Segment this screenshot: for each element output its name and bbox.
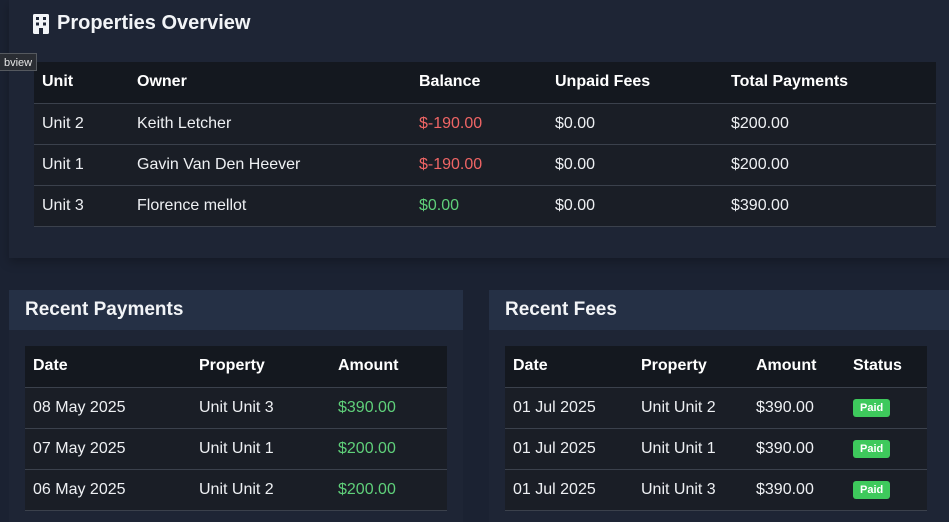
- fees-table: Date Property Amount Status 01 Jul 2025 …: [505, 346, 927, 511]
- balance-cell: $0.00: [411, 184, 547, 227]
- total-payments-cell: $200.00: [723, 102, 936, 144]
- date-cell: 01 Jul 2025: [505, 427, 633, 469]
- table-row[interactable]: 01 Jul 2025 Unit Unit 1 $390.00 Paid: [505, 427, 927, 469]
- table-row[interactable]: 01 Jul 2025 Unit Unit 3 $390.00 Paid: [505, 468, 927, 511]
- table-header-row: Date Property Amount Status: [505, 346, 927, 387]
- owner-cell: Keith Letcher: [129, 102, 411, 144]
- property-cell: Unit Unit 2: [633, 386, 748, 428]
- payments-table: Date Property Amount 08 May 2025 Unit Un…: [25, 346, 447, 511]
- status-badge: Paid: [853, 481, 891, 499]
- recent-payments-card: Recent Payments Date Property Amount 08 …: [9, 290, 463, 522]
- unpaid-fees-cell: $0.00: [547, 184, 723, 227]
- balance-cell: $-190.00: [411, 143, 547, 185]
- owner-cell: Florence mellot: [129, 184, 411, 227]
- date-cell: 01 Jul 2025: [505, 468, 633, 511]
- table-header-row: Date Property Amount: [25, 346, 447, 387]
- owner-cell: Gavin Van Den Heever: [129, 143, 411, 185]
- column-header[interactable]: Status: [845, 346, 927, 387]
- column-header[interactable]: Unit: [34, 62, 129, 103]
- status-cell: Paid: [845, 386, 927, 428]
- properties-table: Unit Owner Balance Unpaid Fees Total Pay…: [34, 62, 936, 227]
- overview-title-text: Properties Overview: [57, 12, 251, 34]
- recent-fees-card: Recent Fees Date Property Amount Status …: [489, 290, 949, 522]
- property-cell: Unit Unit 2: [191, 468, 330, 511]
- property-cell: Unit Unit 3: [191, 386, 330, 428]
- date-cell: 07 May 2025: [25, 427, 191, 469]
- table-row[interactable]: 07 May 2025 Unit Unit 1 $200.00: [25, 427, 447, 469]
- balance-cell: $-190.00: [411, 102, 547, 144]
- recent-fees-title: Recent Fees: [489, 290, 949, 330]
- total-payments-cell: $390.00: [723, 184, 936, 227]
- unit-cell: Unit 1: [34, 143, 129, 185]
- building-icon: [33, 13, 49, 34]
- column-header[interactable]: Date: [505, 346, 633, 387]
- page: Properties Overview Unit Owner Balance U…: [0, 0, 949, 522]
- tooltip: bview: [0, 53, 38, 71]
- column-header[interactable]: Owner: [129, 62, 411, 103]
- amount-cell: $200.00: [330, 427, 447, 469]
- unpaid-fees-cell: $0.00: [547, 102, 723, 144]
- total-payments-cell: $200.00: [723, 143, 936, 185]
- table-row[interactable]: 01 Jul 2025 Unit Unit 2 $390.00 Paid: [505, 386, 927, 428]
- recent-payments-title: Recent Payments: [9, 290, 463, 330]
- table-row[interactable]: 08 May 2025 Unit Unit 3 $390.00: [25, 386, 447, 428]
- property-cell: Unit Unit 3: [633, 468, 748, 511]
- amount-cell: $390.00: [748, 468, 845, 511]
- property-cell: Unit Unit 1: [191, 427, 330, 469]
- amount-cell: $390.00: [330, 386, 447, 428]
- status-badge: Paid: [853, 399, 891, 417]
- column-header[interactable]: Unpaid Fees: [547, 62, 723, 103]
- column-header[interactable]: Date: [25, 346, 191, 387]
- column-header[interactable]: Property: [191, 346, 330, 387]
- table-row[interactable]: Unit 2 Keith Letcher $-190.00 $0.00 $200…: [34, 102, 936, 144]
- amount-cell: $200.00: [330, 468, 447, 511]
- date-cell: 08 May 2025: [25, 386, 191, 428]
- status-cell: Paid: [845, 427, 927, 469]
- date-cell: 06 May 2025: [25, 468, 191, 511]
- unit-cell: Unit 3: [34, 184, 129, 227]
- unit-cell: Unit 2: [34, 102, 129, 144]
- status-badge: Paid: [853, 440, 891, 458]
- unpaid-fees-cell: $0.00: [547, 143, 723, 185]
- column-header[interactable]: Balance: [411, 62, 547, 103]
- property-cell: Unit Unit 1: [633, 427, 748, 469]
- table-row[interactable]: Unit 1 Gavin Van Den Heever $-190.00 $0.…: [34, 143, 936, 185]
- table-row[interactable]: Unit 3 Florence mellot $0.00 $0.00 $390.…: [34, 184, 936, 227]
- table-header-row: Unit Owner Balance Unpaid Fees Total Pay…: [34, 62, 936, 103]
- column-header[interactable]: Amount: [330, 346, 447, 387]
- column-header[interactable]: Total Payments: [723, 62, 936, 103]
- amount-cell: $390.00: [748, 427, 845, 469]
- properties-overview-card: Properties Overview Unit Owner Balance U…: [9, 0, 949, 258]
- overview-title: Properties Overview: [33, 12, 250, 35]
- column-header[interactable]: Amount: [748, 346, 845, 387]
- column-header[interactable]: Property: [633, 346, 748, 387]
- table-row[interactable]: 06 May 2025 Unit Unit 2 $200.00: [25, 468, 447, 511]
- status-cell: Paid: [845, 468, 927, 511]
- amount-cell: $390.00: [748, 386, 845, 428]
- date-cell: 01 Jul 2025: [505, 386, 633, 428]
